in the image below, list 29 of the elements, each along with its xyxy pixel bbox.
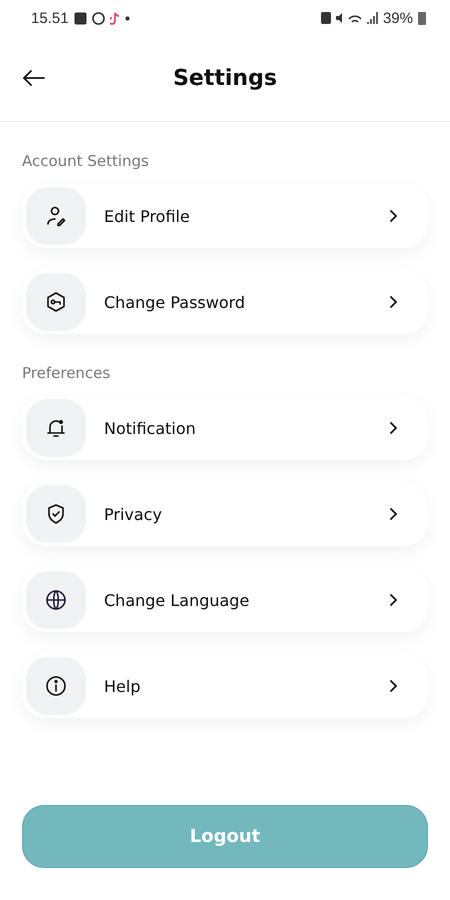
chevron-right-icon — [388, 507, 398, 521]
chevron-right-icon — [388, 679, 398, 693]
chat-bubble-icon — [92, 12, 105, 24]
status-time: 15.51 — [31, 10, 69, 26]
settings-item[interactable]: Notification — [22, 396, 428, 460]
signal-icon — [366, 12, 378, 24]
page-title: Settings — [173, 66, 277, 91]
settings-item[interactable]: Change Password — [22, 270, 428, 334]
battery-icon — [418, 11, 426, 25]
settings-item[interactable]: Privacy — [22, 482, 428, 546]
globe-icon — [44, 588, 68, 612]
chevron-right-icon — [388, 295, 398, 309]
chevron-right-icon — [388, 593, 398, 607]
chevron-right-icon — [388, 421, 398, 435]
key-icon — [44, 290, 68, 314]
settings-item[interactable]: Change Language — [22, 568, 428, 632]
back-arrow-icon — [22, 68, 46, 88]
settings-item[interactable]: Edit Profile — [22, 184, 428, 248]
section-title: Preferences — [22, 364, 112, 382]
battery-percentage: 39% — [382, 10, 413, 26]
info-icon — [44, 674, 68, 698]
wifi-icon — [348, 14, 362, 22]
dot-icon — [124, 16, 130, 20]
chevron-right-icon — [388, 209, 398, 223]
mute-icon — [336, 13, 343, 23]
settings-item[interactable]: Help — [22, 654, 428, 718]
user-edit-icon — [44, 204, 68, 228]
section-title: Account Settings — [22, 152, 150, 170]
music-note-icon — [110, 12, 120, 24]
